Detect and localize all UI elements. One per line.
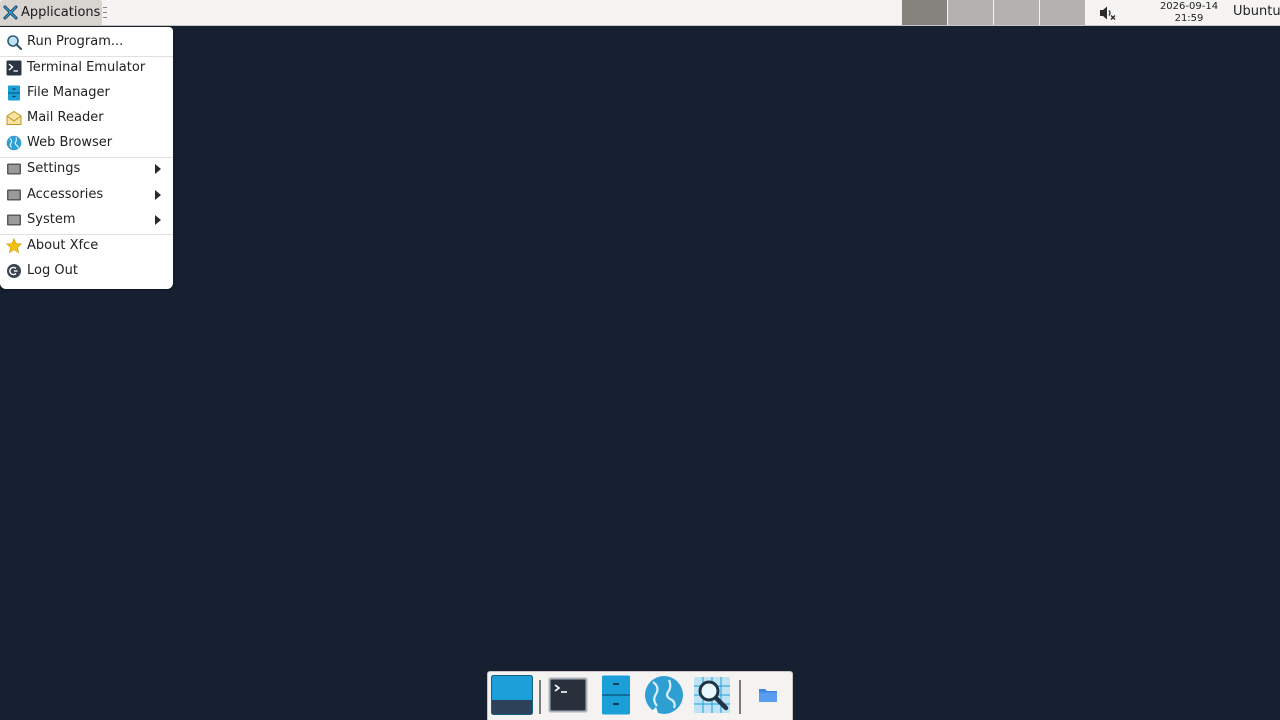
clock-time: 21:59	[1174, 12, 1204, 24]
menu-item-settings[interactable]: Settings	[0, 157, 173, 182]
menu-item-label: Settings	[27, 161, 81, 176]
applications-menu-button[interactable]: Applications	[0, 0, 102, 25]
xfce-logo-icon	[3, 5, 18, 20]
menu-item-label: Run Program...	[27, 34, 124, 49]
folder-icon	[758, 687, 778, 707]
accessories-folder-icon	[6, 187, 22, 203]
menu-item-label: Log Out	[27, 263, 78, 278]
run-program-icon	[6, 34, 23, 51]
clock[interactable]: 2026-09-14 21:59	[1150, 1, 1228, 24]
user-menu[interactable]: Ubuntu	[1233, 4, 1280, 19]
menu-item-log-out[interactable]: Log Out	[0, 259, 173, 284]
web-browser-icon	[644, 675, 684, 719]
file-manager-icon	[601, 675, 631, 719]
terminal-icon	[6, 60, 22, 76]
menu-item-label: Web Browser	[27, 135, 113, 150]
applications-label: Applications	[21, 5, 101, 20]
dock-app-finder-button[interactable]	[690, 676, 734, 718]
dock-separator	[739, 680, 741, 714]
workspace-1-button[interactable]	[902, 0, 947, 25]
submenu-arrow-icon	[155, 190, 161, 200]
clock-date: 2026-09-14	[1159, 1, 1219, 12]
workspace-3-button[interactable]	[994, 0, 1039, 25]
submenu-arrow-icon	[155, 215, 161, 225]
menu-item-label: Accessories	[27, 187, 104, 202]
workspace-4-button[interactable]	[1040, 0, 1085, 25]
system-folder-icon	[6, 212, 22, 228]
bottom-dock	[487, 671, 793, 720]
menu-item-web-browser[interactable]: Web Browser	[0, 131, 173, 156]
applications-menu: Run Program... Terminal Emulator File Ma…	[0, 27, 173, 289]
menu-item-accessories[interactable]: Accessories	[0, 183, 173, 208]
top-panel: Applications 2026-09-14 21:59 Ubuntu	[0, 0, 1280, 26]
panel-drag-handle[interactable]	[103, 7, 107, 18]
logout-icon	[6, 263, 22, 279]
menu-item-label: File Manager	[27, 85, 110, 100]
show-desktop-button[interactable]	[490, 675, 534, 719]
mail-icon	[6, 110, 22, 126]
menu-item-label: About Xfce	[27, 238, 99, 253]
menu-item-about-xfce[interactable]: About Xfce	[0, 234, 173, 259]
menu-item-label: System	[27, 212, 76, 227]
dock-folder-button[interactable]	[746, 676, 790, 718]
terminal-icon	[548, 677, 588, 717]
dock-web-browser-button[interactable]	[642, 676, 686, 718]
app-finder-icon	[693, 676, 731, 718]
star-icon	[5, 238, 23, 254]
menu-item-terminal-emulator[interactable]: Terminal Emulator	[0, 56, 173, 81]
menu-item-run-program[interactable]: Run Program...	[0, 30, 173, 55]
submenu-arrow-icon	[155, 164, 161, 174]
show-desktop-icon	[491, 675, 533, 719]
workspace-2-button[interactable]	[948, 0, 993, 25]
menu-item-system[interactable]: System	[0, 208, 173, 233]
volume-muted-icon[interactable]	[1099, 5, 1117, 21]
menu-item-file-manager[interactable]: File Manager	[0, 81, 173, 106]
settings-folder-icon	[6, 161, 22, 177]
file-manager-icon	[6, 85, 22, 101]
menu-item-label: Terminal Emulator	[27, 60, 146, 75]
dock-separator	[539, 680, 541, 714]
web-browser-icon	[6, 135, 22, 151]
dock-terminal-button[interactable]	[546, 676, 590, 718]
menu-item-label: Mail Reader	[27, 110, 104, 125]
dock-file-manager-button[interactable]	[594, 675, 638, 719]
menu-item-mail-reader[interactable]: Mail Reader	[0, 106, 173, 131]
